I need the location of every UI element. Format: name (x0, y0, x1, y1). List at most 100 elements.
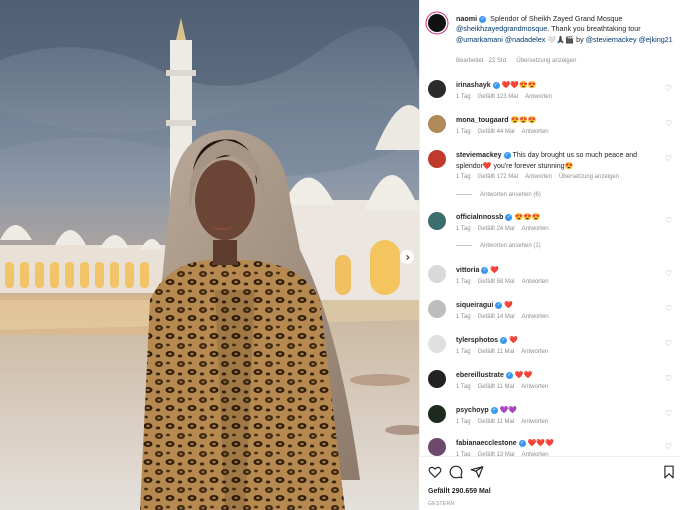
comments-panel[interactable]: naomi ✓ Splendor of Sheikh Zayed Grand Mo… (419, 0, 680, 510)
post-photo[interactable] (0, 0, 419, 510)
chevron-right-icon (405, 254, 410, 260)
comment-icon[interactable] (449, 465, 463, 479)
caption-meta: Bearbeitet · 22 Std. Übersetzung anzeige… (456, 58, 583, 64)
comment-time: 1 Tag (456, 94, 471, 100)
post-image (0, 0, 419, 510)
reply-button[interactable]: Antworten (521, 419, 548, 425)
verified-icon: ✓ (503, 151, 511, 159)
comment-meta: 1 Tag Gefällt 123 Mal Antworten (456, 94, 559, 100)
comment-username[interactable]: irinashayk (456, 82, 491, 89)
comment-meta: 1 Tag Gefällt 172 Mal Antworten Übersetzung… (456, 174, 626, 180)
reply-button[interactable]: Antworten (525, 94, 552, 100)
caption-username[interactable]: naomi (456, 14, 477, 23)
comment-text: tylersphotos ✓ ❤️ (456, 336, 661, 347)
view-replies-label: Antworten ansehen (6) (480, 192, 541, 198)
verified-icon: ✓ (505, 371, 513, 379)
verified-icon: ✓ (479, 15, 487, 23)
comment-time: 1 Tag (456, 129, 471, 135)
like-count[interactable]: Gefällt 290.659 Mal (428, 488, 491, 495)
comment-text: irinashayk ✓ ❤️❤️😍😍 (456, 81, 661, 92)
heart-icon[interactable]: ♡ (665, 120, 672, 128)
comment-text: siqueiragui ✓ ❤️ (456, 301, 661, 312)
comment-likes[interactable]: Gefällt 11 Mal (478, 384, 515, 390)
comment-likes[interactable]: Gefällt 172 Mal (478, 174, 518, 180)
heart-icon[interactable]: ♡ (665, 155, 672, 163)
comment-likes[interactable]: Gefällt 58 Mal (478, 279, 515, 285)
comment-username[interactable]: steviemackey (456, 152, 502, 159)
heart-icon[interactable]: ♡ (665, 375, 672, 383)
avatar[interactable] (428, 80, 446, 98)
avatar[interactable] (428, 438, 446, 456)
verified-icon: ✓ (500, 336, 508, 344)
avatar[interactable] (428, 300, 446, 318)
view-replies-link[interactable]: Antworten ansehen (6) (456, 192, 541, 198)
reply-button[interactable]: Antworten (522, 226, 549, 232)
mention-link[interactable]: @steviemackey (586, 35, 637, 44)
comment-username[interactable]: fabianaecclestone (456, 440, 517, 447)
verified-icon: ✓ (481, 266, 489, 274)
mention-link[interactable]: @umarkamani @nadadelex (456, 35, 545, 44)
mention-link[interactable]: @sheikhzayedgrandmosque (456, 24, 547, 33)
post-date: GESTERN (428, 501, 455, 507)
avatar[interactable] (428, 150, 446, 168)
reply-button[interactable]: Antworten (522, 279, 549, 285)
heart-icon[interactable]: ♡ (665, 410, 672, 418)
mention-link[interactable]: @ejking21 (639, 35, 673, 44)
heart-icon[interactable]: ♡ (665, 443, 672, 451)
comment-username[interactable]: ebereillustrate (456, 372, 504, 379)
comment-username[interactable]: officialnnossb (456, 214, 503, 221)
heart-icon[interactable]: ♡ (665, 305, 672, 313)
translate-link[interactable]: Übersetzung anzeigen (559, 174, 619, 180)
comment-likes[interactable]: Gefällt 123 Mal (478, 94, 518, 100)
comment-meta: 1 Tag Gefällt 11 Mal Antworten (456, 419, 555, 425)
heart-icon[interactable]: ♡ (665, 217, 672, 225)
heart-icon[interactable]: ♡ (665, 270, 672, 278)
comment-username[interactable]: psychoyp (456, 407, 489, 414)
reply-button[interactable]: Antworten (525, 174, 552, 180)
avatar[interactable] (428, 212, 446, 230)
caption-body-2: . Thank you breathtaking tour (547, 24, 641, 34)
caption-emojis: 🤍🙏🏿🎬 (547, 34, 575, 44)
comment-text: steviemackey ✓ This day brought us so much… (456, 151, 661, 172)
comment-text: fabianaecclestone ✓ ❤️❤️❤️ (456, 439, 661, 450)
divider (456, 244, 472, 246)
caption-body-1: Splendor of Sheikh Zayed Grand Mosque (490, 14, 623, 23)
comment-likes[interactable]: Gefällt 11 Mal (478, 419, 515, 425)
comment-body: ❤️❤️❤️ (527, 440, 554, 447)
comment-username[interactable]: siqueiragui (456, 302, 493, 309)
comment-time: 1 Tag (456, 226, 471, 232)
comment-likes[interactable]: Gefällt 44 Mal (478, 129, 515, 135)
view-replies-link[interactable]: Antworten ansehen (1) (456, 243, 541, 249)
comment-text: mona_tougaard 😍😍😍 (456, 116, 661, 127)
avatar[interactable] (428, 115, 446, 133)
heart-icon[interactable] (428, 465, 442, 479)
comment-username[interactable]: vittoria (456, 267, 479, 274)
comment-likes[interactable]: Gefällt 24 Mal (478, 226, 515, 232)
comment-likes[interactable]: Gefällt 11 Mal (478, 349, 515, 355)
comment-body: ❤️❤️ (514, 372, 533, 379)
reply-button[interactable]: Antworten (521, 384, 548, 390)
comment-username[interactable]: mona_tougaard (456, 117, 509, 124)
comment-likes[interactable]: Gefällt 14 Mal (478, 314, 515, 320)
avatar[interactable] (428, 14, 446, 32)
comment-meta: 1 Tag Gefällt 11 Mal Antworten (456, 384, 555, 390)
next-photo-button[interactable] (400, 250, 414, 264)
share-icon[interactable] (470, 465, 484, 479)
avatar[interactable] (428, 405, 446, 423)
comment-text: vittoria ✓ ❤️ (456, 266, 661, 277)
bookmark-icon[interactable] (662, 465, 676, 479)
comment-username[interactable]: tylersphotos (456, 337, 498, 344)
reply-button[interactable]: Antworten (521, 349, 548, 355)
heart-icon[interactable]: ♡ (665, 85, 672, 93)
comment-meta: 1 Tag Gefällt 11 Mal Antworten (456, 349, 555, 355)
avatar[interactable] (428, 335, 446, 353)
heart-icon[interactable]: ♡ (665, 340, 672, 348)
reply-button[interactable]: Antworten (522, 314, 549, 320)
translate-link[interactable]: Übersetzung anzeigen (516, 58, 576, 64)
view-replies-label: Antworten ansehen (1) (480, 243, 541, 249)
comment-body: ❤️ (509, 337, 518, 344)
reply-button[interactable]: Antworten (522, 129, 549, 135)
verified-icon: ✓ (495, 301, 503, 309)
avatar[interactable] (428, 370, 446, 388)
avatar[interactable] (428, 265, 446, 283)
